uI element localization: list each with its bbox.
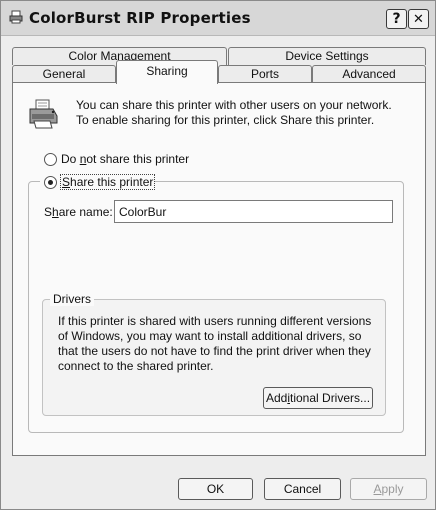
do-not-share-label[interactable]: Do not share this printer bbox=[61, 152, 189, 166]
window-title: ColorBurst RIP Properties bbox=[29, 9, 251, 27]
ok-button[interactable]: OK bbox=[178, 478, 253, 500]
printer-icon bbox=[29, 99, 58, 129]
printer-icon bbox=[9, 10, 23, 24]
share-this-printer-radio[interactable] bbox=[44, 176, 57, 189]
tab-ports[interactable]: Ports bbox=[218, 65, 312, 83]
properties-window: ColorBurst RIP Properties ? ✕ Color Mana… bbox=[0, 0, 436, 510]
help-button[interactable]: ? bbox=[386, 9, 407, 29]
tab-sharing[interactable]: Sharing bbox=[116, 60, 218, 84]
share-this-printer-label[interactable]: Share this printer bbox=[59, 174, 156, 190]
close-button[interactable]: ✕ bbox=[408, 9, 429, 29]
apply-button[interactable]: Apply bbox=[350, 478, 427, 500]
drivers-group-label: Drivers bbox=[50, 292, 94, 306]
tab-advanced[interactable]: Advanced bbox=[312, 65, 426, 83]
tab-device-settings[interactable]: Device Settings bbox=[228, 47, 426, 65]
drivers-description: If this printer is shared with users run… bbox=[58, 314, 372, 373]
sharing-intro-text: You can share this printer with other us… bbox=[76, 98, 392, 127]
share-name-label: Share name: bbox=[44, 205, 113, 219]
share-name-input[interactable] bbox=[114, 200, 393, 223]
cancel-button[interactable]: Cancel bbox=[264, 478, 341, 500]
title-bar[interactable]: ColorBurst RIP Properties ? ✕ bbox=[1, 1, 435, 36]
tab-general[interactable]: General bbox=[12, 65, 116, 83]
additional-drivers-button[interactable]: Additional Drivers... bbox=[263, 387, 373, 409]
do-not-share-radio[interactable] bbox=[44, 153, 57, 166]
